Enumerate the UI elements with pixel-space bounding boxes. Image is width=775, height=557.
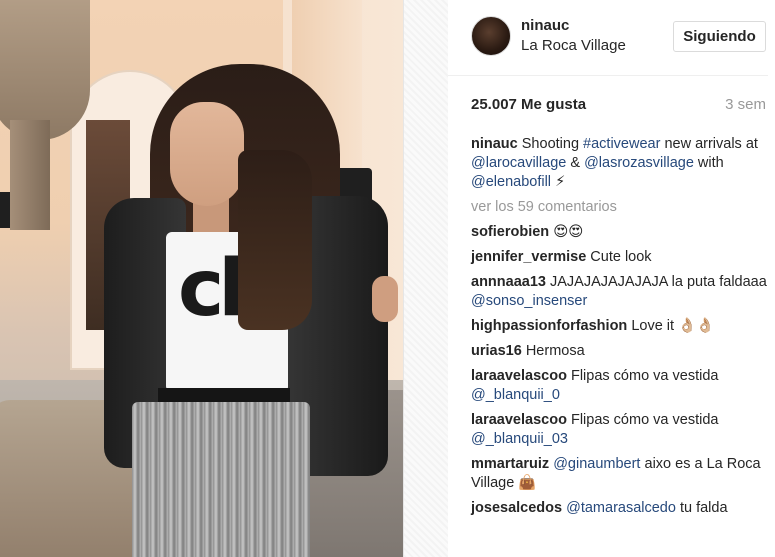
- caption-mention-larocavillage[interactable]: @larocavillage: [471, 155, 566, 171]
- model-skirt: [132, 402, 310, 557]
- comment: laraavelascoo Flipas cómo va vestida @_b…: [471, 411, 767, 449]
- comment: jennifer_vermise Cute look: [471, 248, 767, 267]
- comment: urias16 Hermosa: [471, 342, 767, 361]
- comment-mention[interactable]: @_blanquii_0: [471, 387, 560, 403]
- following-button[interactable]: Siguiendo: [673, 21, 766, 52]
- post-photo[interactable]: ck: [0, 0, 403, 557]
- comment-text: Flipas cómo va vestida: [570, 412, 719, 428]
- comment: mmartaruiz @ginaumbert aixo es a La Roca…: [471, 455, 767, 493]
- post-time[interactable]: 3 sem: [725, 96, 766, 113]
- caption-text-4: with: [697, 155, 724, 171]
- comment-text: Hermosa: [525, 343, 585, 359]
- caption-text-2: new arrivals at: [664, 136, 758, 152]
- comment-username[interactable]: josesalcedos: [471, 500, 562, 516]
- comment: annnaaa13 JAJAJAJAJAJAJA la puta faldaaa…: [471, 273, 767, 311]
- post-panel: ninauc La Roca Village Siguiendo 25.007 …: [448, 0, 775, 557]
- comment-username[interactable]: laraavelascoo: [471, 368, 567, 384]
- caption: ninauc Shooting #activewear new arrivals…: [471, 135, 767, 192]
- comment-username[interactable]: sofierobien: [471, 224, 549, 240]
- comment-mention[interactable]: @sonso_insenser: [471, 293, 587, 309]
- comment-text: Love it: [631, 318, 675, 334]
- comment: highpassionforfashion Love it 👌🏼👌🏼: [471, 317, 767, 336]
- model-hair-front: [238, 150, 312, 330]
- view-all-comments-link[interactable]: ver los 59 comentarios: [471, 198, 767, 217]
- comments-list: ninauc Shooting #activewear new arrivals…: [471, 135, 767, 524]
- panel-divider: [403, 0, 448, 557]
- fountain-top: [0, 0, 90, 140]
- caption-mention-lasrozasvillage[interactable]: @lasrozasvillage: [584, 155, 694, 171]
- likes-count[interactable]: 25.007 Me gusta: [471, 96, 586, 113]
- comment: laraavelascoo Flipas cómo va vestida @_b…: [471, 367, 767, 405]
- caption-mention-elenabofill[interactable]: @elenabofill: [471, 174, 551, 190]
- comment: sofierobien 😍😍: [471, 223, 767, 242]
- comment-username[interactable]: laraavelascoo: [471, 412, 567, 428]
- model-hand: [372, 276, 398, 322]
- comment-text: Flipas cómo va vestida: [570, 368, 719, 384]
- handbag-icon: 👜: [518, 475, 537, 491]
- comment-username[interactable]: jennifer_vermise: [471, 249, 586, 265]
- caption-username[interactable]: ninauc: [471, 136, 518, 152]
- heart-eyes-icon: 😍😍: [553, 224, 584, 240]
- lightning-icon: ⚡: [555, 174, 566, 190]
- caption-text-3: &: [570, 155, 581, 171]
- comment-mention[interactable]: @ginaumbert: [553, 456, 640, 472]
- comment-mention[interactable]: @tamarasalcedo: [566, 500, 676, 516]
- comment-text: tu falda: [679, 500, 728, 516]
- model-face: [170, 102, 244, 206]
- comment-username[interactable]: urias16: [471, 343, 522, 359]
- post-username[interactable]: ninauc: [521, 17, 569, 34]
- comment-mention[interactable]: @_blanquii_03: [471, 431, 568, 447]
- comment-username[interactable]: highpassionforfashion: [471, 318, 627, 334]
- comment-text: Cute look: [590, 249, 652, 265]
- comment-username[interactable]: annnaaa13: [471, 274, 546, 290]
- avatar[interactable]: [471, 16, 511, 56]
- fountain-neck: [10, 120, 50, 230]
- post-location[interactable]: La Roca Village: [521, 37, 626, 54]
- comment: josesalcedos @tamarasalcedo tu falda: [471, 499, 767, 518]
- caption-text-1: Shooting: [521, 136, 580, 152]
- ok-hand-icon: 👌🏼👌🏼: [678, 318, 715, 334]
- caption-hashtag[interactable]: #activewear: [583, 136, 660, 152]
- comment-text: JAJAJAJAJAJAJA la puta faldaaa: [550, 274, 767, 290]
- comment-username[interactable]: mmartaruiz: [471, 456, 549, 472]
- likes-row: 25.007 Me gusta 3 sem: [471, 96, 766, 118]
- post-header: ninauc La Roca Village Siguiendo: [448, 0, 768, 76]
